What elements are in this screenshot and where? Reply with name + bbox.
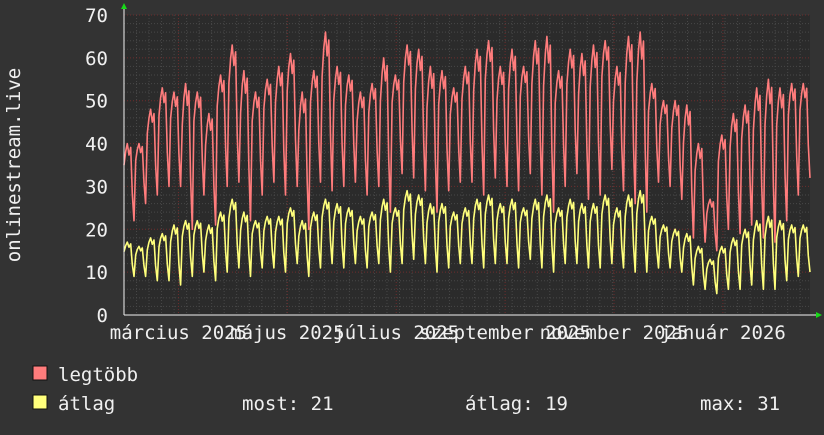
legend-swatch-max [32,365,48,381]
rrd-chart: 0 10 20 30 40 50 60 70 március 2025 május 2025 jú… [0,0,824,430]
y-tick-label: 30 [85,176,108,198]
y-axis-label: onlinestream.live [3,68,25,262]
y-tick-label: 60 [85,48,108,70]
x-tick-label: január 2026 [660,322,786,344]
stat-current: most: 21 [242,393,334,415]
y-tick-label: 0 [97,305,108,327]
stat-maximum: max: 31 [700,393,780,415]
y-tick-label: 20 [85,219,108,241]
y-tick-label: 50 [85,91,108,113]
x-tick-label: március 2025 [110,322,247,344]
legend-label-avg: átlag [58,393,115,415]
chart-svg: 0 10 20 30 40 50 60 70 március 2025május 2025jú… [0,0,824,430]
y-tick-label: 70 [85,5,108,27]
legend-swatch-avg [32,394,48,410]
x-tick-label: május 2025 [230,322,344,344]
y-tick-label: 40 [85,134,108,156]
legend-label-max: legtöbb [58,364,138,386]
y-tick-label: 10 [85,262,108,284]
x-tick-labels: március 2025május 2025július 2025szeptem… [110,322,786,344]
stat-average: átlag: 19 [465,393,568,415]
